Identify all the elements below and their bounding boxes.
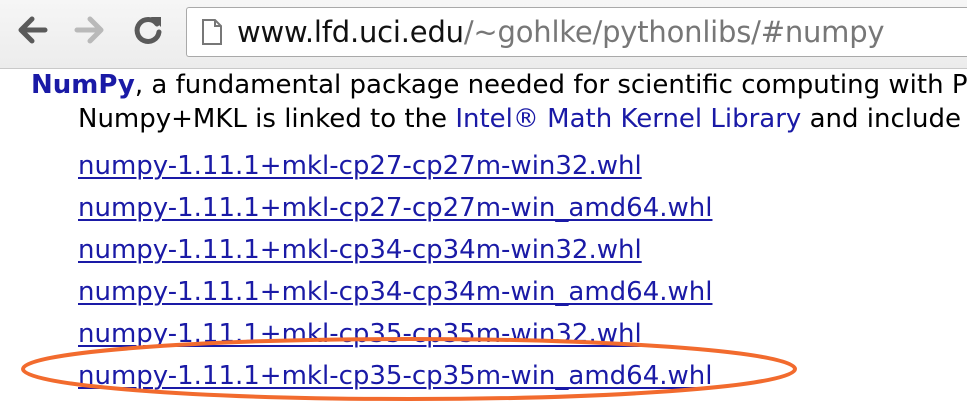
list-item: numpy-1.11.1+mkl-cp35-cp35m-win_amd64.wh… [78, 355, 712, 397]
reload-icon [134, 16, 162, 44]
list-item: numpy-1.11.1+mkl-cp34-cp34m-win32.whl [78, 229, 712, 271]
wheel-link-cp27-win-amd64[interactable]: numpy-1.11.1+mkl-cp27-cp27m-win_amd64.wh… [78, 193, 712, 223]
mkl-text-after: and include [801, 104, 961, 134]
package-description: NumPy, a fundamental package needed for … [31, 69, 967, 101]
forward-button[interactable] [70, 10, 110, 50]
page-icon [201, 18, 223, 50]
back-button[interactable] [12, 10, 52, 50]
mkl-description: Numpy+MKL is linked to the Intel® Math K… [78, 103, 961, 135]
list-item: numpy-1.11.1+mkl-cp34-cp34m-win_amd64.wh… [78, 271, 712, 313]
address-bar[interactable]: www.lfd.uci.edu/~gohlke/pythonlibs/#nump… [186, 7, 967, 57]
list-item: numpy-1.11.1+mkl-cp35-cp35m-win32.whl [78, 313, 712, 355]
page-content: NumPy, a fundamental package needed for … [0, 69, 967, 406]
wheel-link-cp34-win32[interactable]: numpy-1.11.1+mkl-cp34-cp34m-win32.whl [78, 235, 642, 265]
wheel-file-list: numpy-1.11.1+mkl-cp27-cp27m-win32.whl nu… [78, 145, 712, 397]
list-item: numpy-1.11.1+mkl-cp27-cp27m-win_amd64.wh… [78, 187, 712, 229]
url-text[interactable]: www.lfd.uci.edu/~gohlke/pythonlibs/#nump… [237, 14, 885, 50]
wheel-link-cp35-win32[interactable]: numpy-1.11.1+mkl-cp35-cp35m-win32.whl [78, 319, 642, 349]
list-item: numpy-1.11.1+mkl-cp27-cp27m-win32.whl [78, 145, 712, 187]
wheel-link-cp35-win-amd64[interactable]: numpy-1.11.1+mkl-cp35-cp35m-win_amd64.wh… [78, 361, 712, 391]
intel-mkl-link[interactable]: Intel® Math Kernel Library [455, 104, 801, 134]
wheel-link-cp34-win-amd64[interactable]: numpy-1.11.1+mkl-cp34-cp34m-win_amd64.wh… [78, 277, 712, 307]
url-host: www.lfd.uci.edu [237, 15, 464, 49]
back-arrow-icon [18, 16, 48, 44]
reload-button[interactable] [128, 10, 168, 50]
description-text: , a fundamental package needed for scien… [134, 70, 967, 100]
forward-arrow-icon [74, 16, 104, 44]
wheel-link-cp27-win32[interactable]: numpy-1.11.1+mkl-cp27-cp27m-win32.whl [78, 151, 642, 181]
mkl-text-before: Numpy+MKL is linked to the [78, 104, 456, 134]
browser-toolbar: www.lfd.uci.edu/~gohlke/pythonlibs/#nump… [0, 0, 967, 69]
package-title-link[interactable]: NumPy [31, 70, 135, 100]
url-path: /~gohlke/pythonlibs/#numpy [463, 15, 885, 49]
